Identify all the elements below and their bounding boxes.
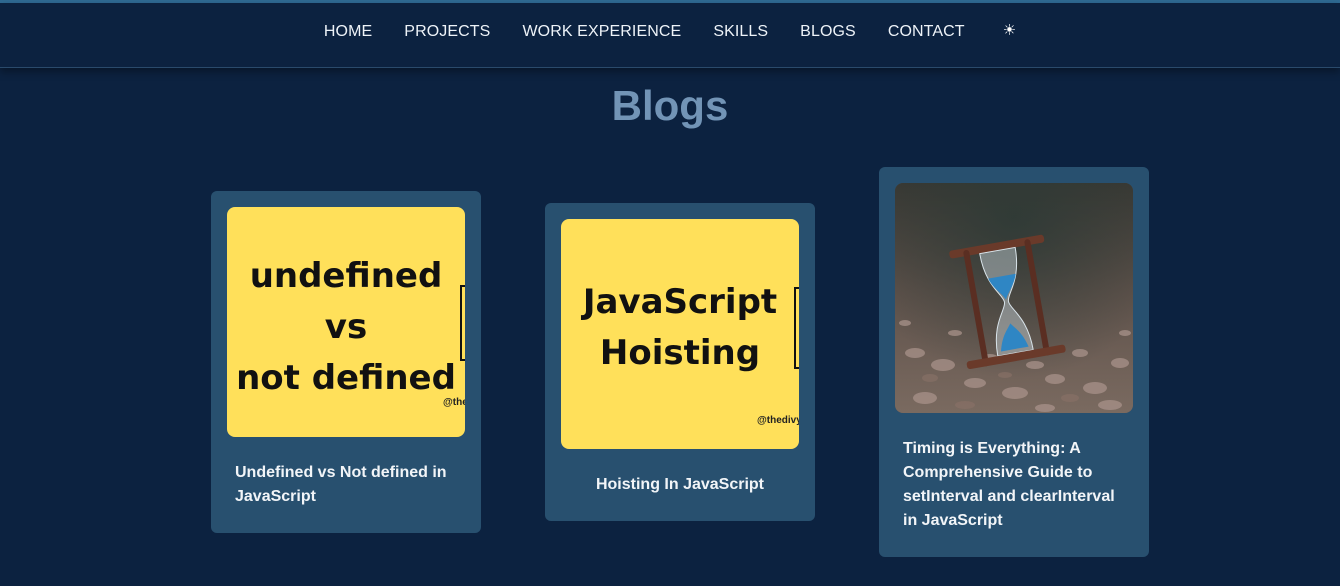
bracket-decoration [460, 285, 465, 361]
hourglass-photo-svg [895, 183, 1133, 413]
thumbnail-watermark: @the [443, 397, 465, 408]
nav-item-skills[interactable]: SKILLS [713, 23, 768, 41]
blog-title[interactable]: Hoisting In JavaScript [561, 473, 799, 497]
thumbnail-watermark: @thedivy [757, 415, 799, 426]
sun-icon[interactable]: ☀ [1003, 21, 1016, 39]
blog-title[interactable]: Undefined vs Not defined in JavaScript [227, 461, 465, 509]
thumbnail-text: undefined vs not defined [227, 251, 465, 404]
blog-thumbnail[interactable]: undefined vs not defined @the [227, 207, 465, 437]
blog-card[interactable]: undefined vs not defined @the Undefined … [211, 191, 481, 533]
thumbnail-line: JavaScript [582, 282, 778, 322]
thumbnail-line: Hoisting [599, 333, 761, 373]
nav-item-blogs[interactable]: BLOGS [800, 23, 856, 41]
nav-item-contact[interactable]: CONTACT [888, 23, 965, 41]
blog-title[interactable]: Timing is Everything: A Comprehensive Gu… [895, 437, 1133, 533]
blog-thumbnail[interactable]: JavaScript Hoisting @thedivy [561, 219, 799, 449]
nav-item-projects[interactable]: PROJECTS [404, 23, 490, 41]
nav-menu: HOME PROJECTS WORK EXPERIENCE SKILLS BLO… [324, 21, 1016, 41]
thumbnail-text: JavaScript Hoisting [561, 277, 799, 379]
navbar: HOME PROJECTS WORK EXPERIENCE SKILLS BLO… [0, 3, 1340, 68]
thumbnail-line: undefined [249, 256, 443, 296]
page-title: Blogs [611, 82, 729, 129]
thumbnail-line: vs [324, 307, 368, 347]
nav-item-home[interactable]: HOME [324, 23, 372, 41]
bracket-decoration [794, 287, 799, 369]
blog-card[interactable]: Timing is Everything: A Comprehensive Gu… [879, 167, 1149, 557]
nav-item-work-experience[interactable]: WORK EXPERIENCE [522, 23, 681, 41]
blog-card[interactable]: JavaScript Hoisting @thedivy Hoisting In… [545, 203, 815, 521]
hourglass-photo-icon[interactable] [895, 183, 1133, 413]
thumbnail-line: not defined [236, 358, 456, 398]
